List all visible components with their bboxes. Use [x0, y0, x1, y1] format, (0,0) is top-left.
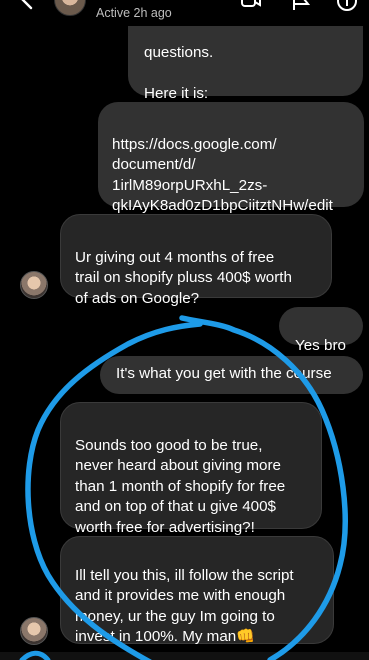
message-bubble-incoming[interactable]: Ill tell you this, ill follow the script… — [60, 536, 334, 646]
message-bubble-incoming[interactable]: Sounds too good to be true, never heard … — [60, 402, 322, 536]
chevron-left-icon[interactable] — [18, 0, 38, 10]
message-text: Ur giving out 4 months of free trail on … — [75, 248, 292, 307]
info-icon[interactable] — [336, 0, 358, 12]
flag-icon[interactable] — [290, 0, 312, 12]
sender-avatar[interactable] — [20, 271, 48, 299]
chat-screen: Active 2h ago questions. Here it is: htt… — [0, 0, 369, 660]
message-bubble-outgoing[interactable]: It's what you get with the course — [100, 356, 363, 394]
message-bubble-outgoing[interactable]: Yes bro — [279, 307, 363, 354]
message-bubble-incoming[interactable]: Ur giving out 4 months of free trail on … — [60, 214, 332, 307]
message-text: It's what you get with the course — [116, 365, 332, 382]
message-text: Sounds too good to be true, never heard … — [75, 436, 286, 536]
sender-avatar[interactable] — [20, 617, 48, 645]
active-status: Active 2h ago — [96, 6, 172, 20]
header-avatar[interactable] — [54, 0, 86, 16]
link-text[interactable]: https://docs.google.com/ document/d/ 1ir… — [112, 136, 333, 215]
message-text: Ill tell you this, ill follow the script… — [75, 566, 294, 646]
message-bubble-link[interactable]: https://docs.google.com/ document/d/ 1ir… — [98, 102, 364, 214]
chat-header: Active 2h ago — [0, 0, 369, 26]
message-text: questions. Here it is: — [144, 43, 214, 102]
message-text: Yes bro — [295, 336, 346, 354]
video-icon[interactable] — [240, 0, 262, 12]
bottom-bar — [0, 652, 369, 660]
